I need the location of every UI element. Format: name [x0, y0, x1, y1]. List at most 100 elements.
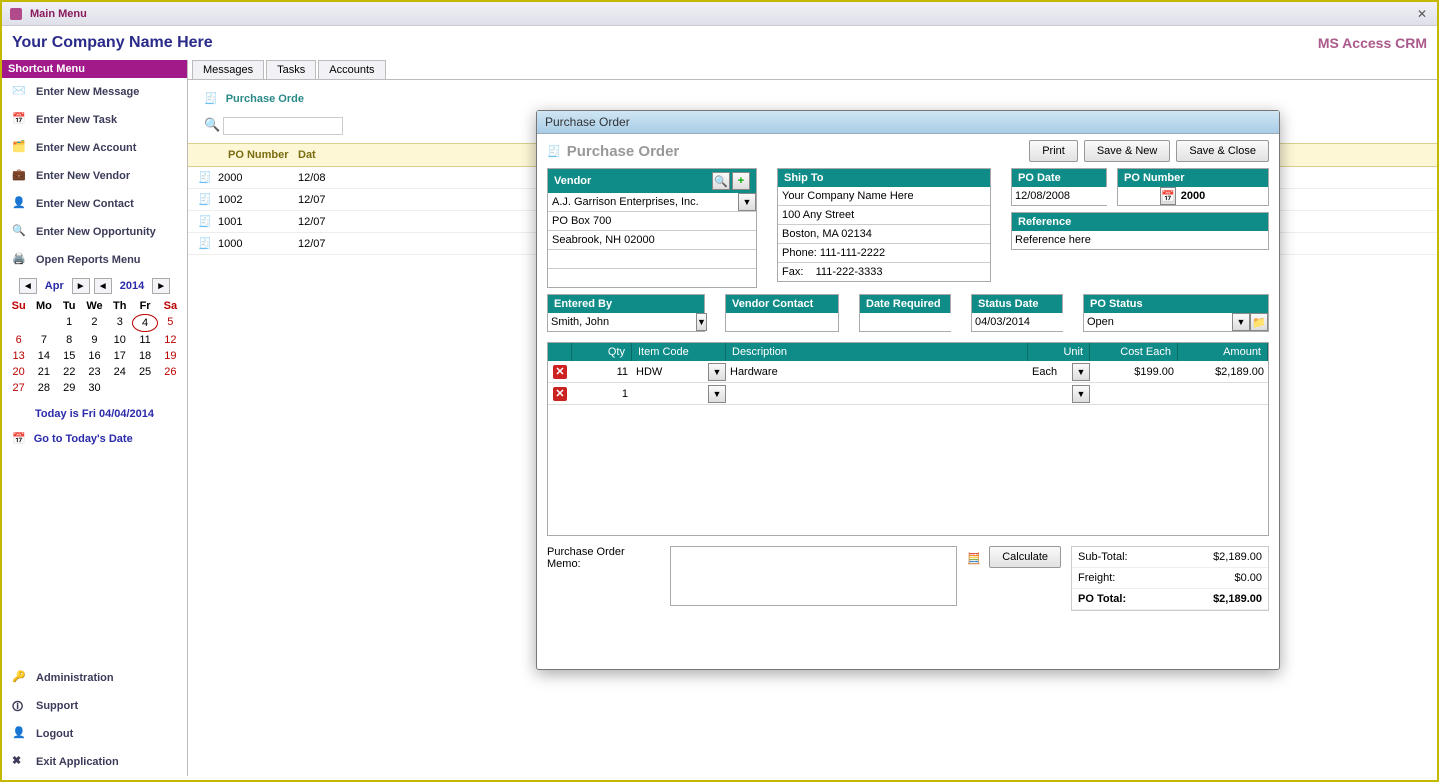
- cal-day[interactable]: 6: [6, 332, 31, 348]
- po-status-dropdown[interactable]: ▼: [1232, 313, 1250, 331]
- tab-messages[interactable]: Messages: [192, 60, 264, 79]
- shipto-l2[interactable]: [778, 206, 990, 224]
- cal-day[interactable]: 23: [82, 364, 107, 380]
- vendor-line3[interactable]: [548, 231, 756, 249]
- cal-day[interactable]: 16: [82, 348, 107, 364]
- cal-day[interactable]: 15: [57, 348, 82, 364]
- shipto-l4[interactable]: [778, 244, 990, 262]
- totals-panel: Sub-Total:$2,189.00 Freight:$0.00 PO Tot…: [1071, 546, 1269, 611]
- tab-accounts[interactable]: Accounts: [318, 60, 385, 79]
- cal-day[interactable]: 10: [107, 332, 132, 348]
- code-cell[interactable]: HDW: [632, 366, 708, 378]
- cal-day[interactable]: 7: [31, 332, 56, 348]
- vendor-search-icon[interactable]: 🔍: [712, 172, 730, 190]
- code-dropdown[interactable]: ▼: [708, 385, 726, 403]
- cal-year: 2014: [116, 280, 148, 292]
- save-close-button[interactable]: Save & Close: [1176, 140, 1269, 162]
- sidebar-item-open-reports[interactable]: 🖨️Open Reports Menu: [2, 246, 187, 274]
- cal-next-month[interactable]: ►: [72, 278, 90, 294]
- cal-day-header: Su: [6, 298, 31, 314]
- cal-day[interactable]: 20: [6, 364, 31, 380]
- cal-day[interactable]: 29: [57, 380, 82, 396]
- po-number-label: PO Number: [1118, 169, 1268, 187]
- sidebar-item-exit[interactable]: ✖Exit Application: [2, 748, 187, 776]
- sidebar-item-new-opportunity[interactable]: 🔍Enter New Opportunity: [2, 218, 187, 246]
- unit-cell[interactable]: Each: [1028, 366, 1072, 378]
- po-status-input[interactable]: [1084, 313, 1232, 331]
- vendor-contact-input[interactable]: [726, 313, 838, 331]
- cal-day[interactable]: 13: [6, 348, 31, 364]
- unit-dropdown[interactable]: ▼: [1072, 363, 1090, 381]
- memo-textarea[interactable]: [670, 546, 957, 606]
- cal-day[interactable]: 26: [158, 364, 183, 380]
- sidebar-item-support[interactable]: 🛈Support: [2, 692, 187, 720]
- sidebar-item-logout[interactable]: 👤Logout: [2, 720, 187, 748]
- search-icon[interactable]: 🔍: [204, 117, 220, 132]
- cal-day[interactable]: 12: [158, 332, 183, 348]
- save-new-button[interactable]: Save & New: [1084, 140, 1171, 162]
- cal-day[interactable]: 25: [132, 364, 157, 380]
- reference-input[interactable]: [1012, 231, 1268, 249]
- tab-tasks[interactable]: Tasks: [266, 60, 316, 79]
- qty-cell[interactable]: 11: [572, 366, 632, 378]
- sidebar-item-new-contact[interactable]: 👤Enter New Contact: [2, 190, 187, 218]
- company-bar: Your Company Name Here MS Access CRM: [2, 26, 1437, 60]
- entered-by-dropdown[interactable]: ▼: [696, 313, 707, 331]
- cal-day[interactable]: 22: [57, 364, 82, 380]
- cal-month: Apr: [41, 280, 68, 292]
- cal-day[interactable]: 3: [107, 314, 132, 332]
- sidebar-item-new-message[interactable]: ✉️Enter New Message: [2, 78, 187, 106]
- cost-cell[interactable]: $199.00: [1090, 366, 1178, 378]
- cal-day-header: Th: [107, 298, 132, 314]
- cal-day[interactable]: 1: [57, 314, 82, 332]
- support-icon: 🛈: [12, 698, 28, 714]
- cal-day[interactable]: 5: [158, 314, 183, 332]
- cal-day[interactable]: 14: [31, 348, 56, 364]
- sidebar-item-new-vendor[interactable]: 💼Enter New Vendor: [2, 162, 187, 190]
- cal-day[interactable]: 9: [82, 332, 107, 348]
- code-dropdown[interactable]: ▼: [708, 363, 726, 381]
- sidebar-item-admin[interactable]: 🔑Administration: [2, 664, 187, 692]
- po-status-folder-icon[interactable]: 📁: [1250, 313, 1268, 331]
- vendor-name-input[interactable]: [548, 193, 738, 211]
- cal-day[interactable]: 21: [31, 364, 56, 380]
- vendor-add-icon[interactable]: +: [732, 172, 750, 190]
- print-button[interactable]: Print: [1029, 140, 1078, 162]
- cal-day[interactable]: 17: [107, 348, 132, 364]
- vendor-line2[interactable]: [548, 212, 756, 230]
- unit-dropdown[interactable]: ▼: [1072, 385, 1090, 403]
- qty-cell[interactable]: 1: [572, 388, 632, 400]
- cal-prev-month[interactable]: ◄: [19, 278, 37, 294]
- cal-day[interactable]: 30: [82, 380, 107, 396]
- cal-day[interactable]: 11: [132, 332, 157, 348]
- sidebar-item-new-task[interactable]: 📅Enter New Task: [2, 106, 187, 134]
- shipto-l3[interactable]: [778, 225, 990, 243]
- subtotal-value: $2,189.00: [1213, 551, 1262, 563]
- desc-cell[interactable]: Hardware: [726, 366, 1028, 378]
- cal-next-year[interactable]: ►: [152, 278, 170, 294]
- sidebar-item-new-account[interactable]: 🗂️Enter New Account: [2, 134, 187, 162]
- goto-today[interactable]: 📅Go to Today's Date: [2, 428, 187, 449]
- vendor-dropdown[interactable]: ▼: [738, 193, 756, 211]
- cal-day[interactable]: 2: [82, 314, 107, 332]
- search-input[interactable]: [223, 117, 343, 135]
- calculate-button[interactable]: Calculate: [989, 546, 1061, 568]
- cal-prev-year[interactable]: ◄: [94, 278, 112, 294]
- shipto-l1[interactable]: [778, 187, 990, 205]
- vendor-line5[interactable]: [548, 269, 756, 287]
- cal-day[interactable]: 28: [31, 380, 56, 396]
- cal-day[interactable]: 24: [107, 364, 132, 380]
- po-status-label: PO Status: [1084, 295, 1268, 313]
- delete-row-icon[interactable]: ✕: [553, 387, 567, 401]
- cal-day[interactable]: 18: [132, 348, 157, 364]
- cal-day[interactable]: 4: [132, 314, 157, 332]
- shipto-l5[interactable]: [778, 263, 990, 281]
- entered-by-input[interactable]: [548, 313, 696, 331]
- delete-row-icon[interactable]: ✕: [553, 365, 567, 379]
- po-date-label: PO Date: [1012, 169, 1106, 187]
- vendor-line4[interactable]: [548, 250, 756, 268]
- cal-day[interactable]: 8: [57, 332, 82, 348]
- cal-day[interactable]: 27: [6, 380, 31, 396]
- close-icon[interactable]: ✕: [1413, 7, 1431, 21]
- cal-day[interactable]: 19: [158, 348, 183, 364]
